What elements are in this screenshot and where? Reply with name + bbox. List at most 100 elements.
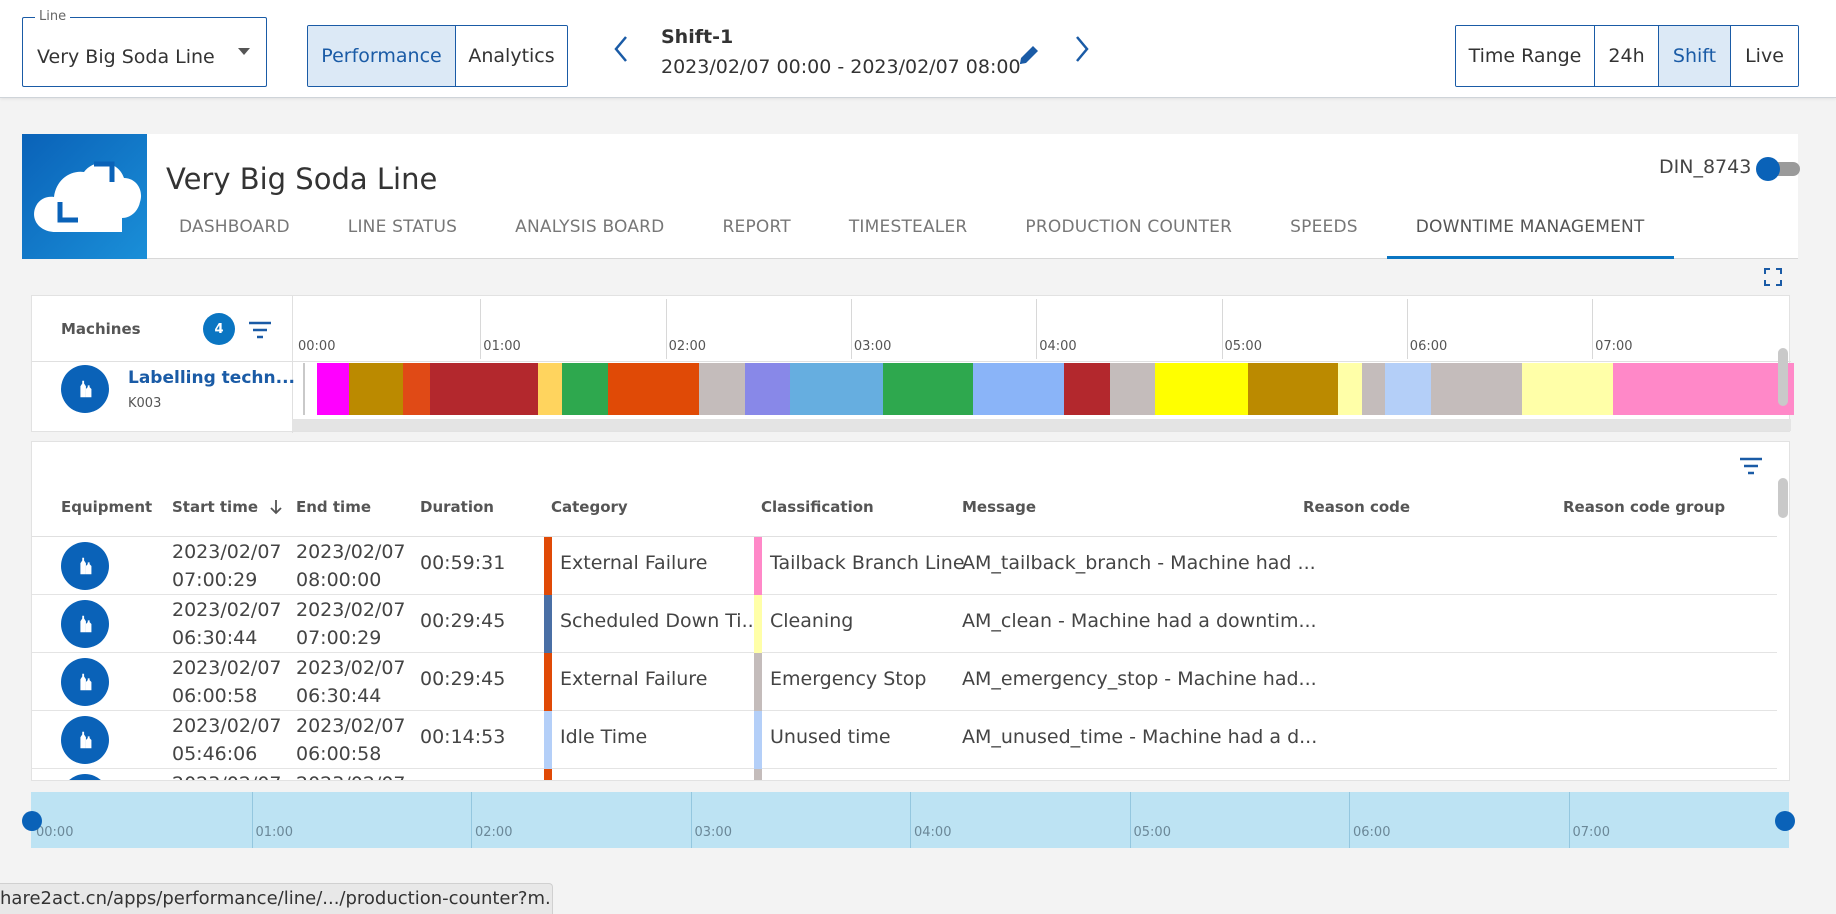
- next-shift-button[interactable]: [1072, 34, 1092, 64]
- din-label: DIN_8743: [1659, 156, 1752, 178]
- table-row[interactable]: 2023/02/07 07:00:29 2023/02/07 08:00:00 00:5…: [32, 537, 1777, 595]
- machine-name[interactable]: Labelling techn...: [128, 368, 295, 388]
- downtime-segment[interactable]: [1612, 363, 1795, 415]
- downtime-segment[interactable]: [1064, 363, 1111, 415]
- duration-cell: 00:29:45: [420, 668, 506, 690]
- cloud-logo: [22, 134, 147, 259]
- downtime-segment[interactable]: [973, 363, 1065, 415]
- line-select[interactable]: Line Very Big Soda Line: [22, 9, 267, 87]
- gantt-start-marker: [303, 363, 305, 415]
- downtime-segment[interactable]: [608, 363, 700, 415]
- downtime-segment[interactable]: [745, 363, 790, 415]
- downtime-segment[interactable]: [1431, 363, 1522, 415]
- tab-report[interactable]: REPORT: [693, 212, 819, 259]
- shift-title: Shift-1: [661, 26, 734, 48]
- downtime-segment[interactable]: [561, 363, 609, 415]
- table-row[interactable]: 2023/02/07 05:46:06 2023/02/07 06:00:58 00:1…: [32, 711, 1777, 769]
- downtime-segment[interactable]: [1521, 363, 1613, 415]
- header-category[interactable]: Category: [551, 498, 628, 516]
- tab-dashboard[interactable]: DASHBOARD: [150, 212, 319, 259]
- downtime-segment[interactable]: [402, 363, 431, 415]
- downtime-segment[interactable]: [430, 363, 538, 415]
- gantt-hour-label: 00:00: [298, 339, 336, 354]
- header-classification[interactable]: Classification: [761, 498, 874, 516]
- header-end-time[interactable]: End time: [296, 498, 371, 516]
- header-start-time[interactable]: Start time: [172, 498, 283, 516]
- table-row[interactable]: 2023/02/07 2023/02/07: [32, 769, 1777, 780]
- tab-downtime-management[interactable]: DOWNTIME MANAGEMENT: [1386, 212, 1674, 259]
- equipment-avatar: [61, 542, 109, 590]
- end-date: 2023/02/07: [296, 541, 406, 563]
- downtime-segment[interactable]: [537, 363, 562, 415]
- classification-color-marker: [754, 711, 762, 769]
- header-message[interactable]: Message: [962, 498, 1036, 516]
- range-shift-button[interactable]: Shift: [1659, 26, 1731, 86]
- classification-cell: Emergency Stop: [770, 668, 927, 690]
- pencil-icon: [1020, 46, 1038, 64]
- edit-shift-button[interactable]: [1016, 42, 1042, 68]
- top-toolbar: Line Very Big Soda Line Performance Anal…: [0, 0, 1836, 98]
- downtime-segment[interactable]: [1384, 363, 1432, 415]
- header-duration[interactable]: Duration: [420, 498, 494, 516]
- end-time-cell: 2023/02/07: [296, 770, 406, 780]
- start-date: 2023/02/07: [172, 770, 282, 780]
- header-equipment[interactable]: Equipment: [61, 498, 152, 516]
- time-slider-gridline: [471, 792, 472, 848]
- time-slider[interactable]: 00:00 01:00 02:00 03:00 04:00 05:00 06:00 07:00: [31, 792, 1789, 848]
- downtime-segment[interactable]: [348, 363, 403, 415]
- table-row[interactable]: 2023/02/07 06:30:44 2023/02/07 07:00:29 00:2…: [32, 595, 1777, 653]
- table-vertical-scrollbar[interactable]: [1778, 478, 1788, 518]
- classification-color-marker: [754, 769, 762, 780]
- previous-shift-button[interactable]: [611, 34, 631, 64]
- time-slider-label: 05:00: [1133, 825, 1171, 840]
- gantt-hour-label: 07:00: [1595, 339, 1633, 354]
- analytics-button[interactable]: Analytics: [456, 26, 567, 86]
- gantt-hour-label: 06:00: [1409, 339, 1448, 354]
- gantt-hour-gridline: [850, 299, 852, 359]
- table-filter-button[interactable]: [1739, 456, 1763, 476]
- tab-speeds[interactable]: SPEEDS: [1261, 212, 1387, 259]
- downtime-segment[interactable]: [789, 363, 883, 415]
- fullscreen-button[interactable]: [1764, 268, 1782, 286]
- machine-filter-button[interactable]: [248, 320, 272, 340]
- tab-line-status[interactable]: LINE STATUS: [319, 212, 486, 259]
- gantt-hour-label: 01:00: [483, 339, 521, 354]
- gantt-vertical-scrollbar[interactable]: [1778, 348, 1788, 406]
- downtime-segment[interactable]: [1154, 363, 1248, 415]
- performance-button[interactable]: Performance: [308, 26, 456, 86]
- chevron-right-icon: [1076, 36, 1089, 62]
- tab-production-counter[interactable]: PRODUCTION COUNTER: [996, 212, 1261, 259]
- duration-cell: 00:59:31: [420, 552, 506, 574]
- gantt-horizontal-scrollbar[interactable]: [292, 419, 1791, 431]
- start-date: 2023/02/07: [172, 599, 282, 621]
- time-range-label: Time Range: [1456, 26, 1595, 86]
- category-cell: External Failure: [560, 668, 708, 690]
- range-24h-button[interactable]: 24h: [1595, 26, 1659, 86]
- downtime-segment[interactable]: [1362, 363, 1385, 415]
- header-reason-code-group[interactable]: Reason code group: [1563, 498, 1725, 516]
- downtime-segment[interactable]: [1338, 363, 1363, 415]
- downtime-segment[interactable]: [882, 363, 974, 415]
- downtime-segment[interactable]: [317, 363, 349, 415]
- message-cell: AM_emergency_stop - Machine had...: [962, 668, 1317, 690]
- downtime-segment[interactable]: [1110, 363, 1155, 415]
- table-row[interactable]: 2023/02/07 06:00:58 2023/02/07 06:30:44 00:2…: [32, 653, 1777, 711]
- header-reason-code[interactable]: Reason code: [1303, 498, 1410, 516]
- slider-end-handle[interactable]: [1775, 811, 1795, 831]
- range-live-button[interactable]: Live: [1731, 26, 1798, 86]
- shift-range: 2023/02/07 00:00 - 2023/02/07 08:00: [661, 56, 1021, 78]
- end-clock: 08:00:00: [296, 569, 382, 591]
- downtime-segment[interactable]: [699, 363, 746, 415]
- tab-analysis-board[interactable]: ANALYSIS BOARD: [486, 212, 693, 259]
- gantt-hour-label: 04:00: [1039, 339, 1077, 354]
- line-card: Very Big Soda Line DASHBOARD LINE STATUS…: [22, 134, 1800, 259]
- slider-start-handle[interactable]: [22, 811, 42, 831]
- end-date: 2023/02/07: [296, 599, 406, 621]
- start-time-cell: 2023/02/07 06:30:44: [172, 596, 282, 652]
- din-toggle[interactable]: [1756, 156, 1802, 181]
- gantt-divider: [292, 296, 293, 433]
- downtime-segment[interactable]: [1247, 363, 1339, 415]
- tab-timestealer[interactable]: TIMESTEALER: [820, 212, 997, 259]
- end-clock: 06:30:44: [296, 685, 382, 707]
- end-clock: 06:00:58: [296, 743, 382, 765]
